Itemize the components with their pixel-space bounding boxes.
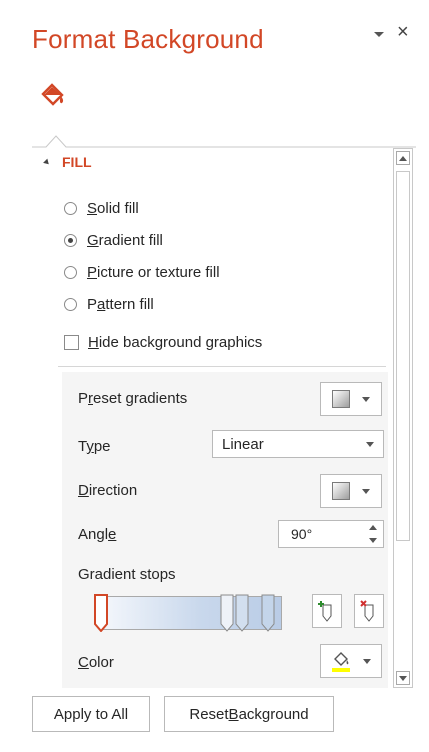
hide-background-graphics-option[interactable]: Hide background graphics — [64, 334, 262, 351]
spin-down-icon[interactable] — [369, 538, 377, 543]
direction-swatch-icon — [332, 482, 350, 500]
solid-fill-label: Solid fill — [87, 200, 139, 217]
fill-bucket-icon[interactable] — [37, 80, 67, 110]
angle-value: 90° — [291, 526, 313, 542]
color-label: Color — [78, 654, 114, 671]
gradient-stop[interactable] — [220, 594, 234, 632]
scroll-down-button[interactable] — [396, 671, 410, 685]
hide-background-graphics-label: Hide background graphics — [88, 334, 263, 351]
fill-section-header[interactable]: FILL — [43, 154, 92, 170]
scroll-up-icon — [399, 155, 407, 161]
preset-gradients-dropdown[interactable] — [320, 382, 382, 416]
remove-stop-icon — [360, 600, 374, 622]
radio-gradient-fill[interactable] — [64, 234, 77, 247]
gradient-fill-label: Gradient fill — [87, 232, 163, 249]
fill-section-label: FILL — [62, 154, 92, 170]
gradient-swatch-icon — [332, 390, 350, 408]
spin-up-icon[interactable] — [369, 525, 377, 530]
scroll-down-icon — [399, 675, 407, 681]
gradient-stops-bar[interactable] — [100, 596, 282, 630]
dropdown-arrow-icon — [362, 396, 370, 402]
pattern-fill-label: Pattern fill — [87, 296, 154, 313]
type-select-value: Linear — [222, 435, 264, 453]
pattern-fill-option[interactable]: Pattern fill — [64, 296, 154, 313]
picture-texture-fill-label: Picture or texture fill — [87, 264, 220, 281]
format-background-pane: Format Background × FILL Solid fill Grad… — [0, 0, 429, 752]
checkbox-hide-background-graphics[interactable] — [64, 335, 79, 350]
pane-title: Format Background — [32, 24, 264, 54]
chevron-down-icon[interactable] — [372, 28, 386, 42]
gradient-stop[interactable] — [235, 594, 249, 632]
dropdown-arrow-icon — [363, 658, 371, 664]
scroll-thumb[interactable] — [396, 171, 410, 541]
options-scroll-area: FILL Solid fill Gradient fill Picture or… — [32, 148, 392, 688]
gradient-stop-selected[interactable] — [94, 594, 108, 632]
dropdown-arrow-icon — [366, 442, 374, 447]
gradient-stop[interactable] — [261, 594, 275, 632]
add-stop-icon — [318, 601, 332, 622]
direction-label: Direction — [78, 482, 138, 499]
vertical-scrollbar[interactable] — [393, 148, 413, 688]
close-icon[interactable]: × — [397, 22, 409, 42]
type-select[interactable]: Linear — [212, 430, 384, 458]
tab-indicator — [32, 135, 416, 148]
solid-fill-option[interactable]: Solid fill — [64, 200, 139, 217]
apply-to-all-button[interactable]: Apply to All — [32, 696, 150, 732]
add-gradient-stop-button[interactable] — [312, 594, 342, 628]
gradient-fill-option[interactable]: Gradient fill — [64, 232, 163, 249]
color-picker-dropdown[interactable] — [320, 644, 382, 678]
section-divider — [58, 366, 386, 367]
gradient-stops-label: Gradient stops — [78, 566, 176, 583]
dropdown-arrow-icon — [362, 488, 370, 494]
picture-texture-fill-option[interactable]: Picture or texture fill — [64, 264, 220, 281]
radio-pattern-fill[interactable] — [64, 298, 77, 311]
angle-label: Angle — [78, 526, 117, 543]
fill-color-icon — [332, 652, 350, 672]
radio-solid-fill[interactable] — [64, 202, 77, 215]
remove-gradient-stop-button[interactable] — [354, 594, 384, 628]
reset-background-button[interactable]: Reset Background — [164, 696, 334, 732]
collapse-triangle-icon — [43, 158, 51, 166]
type-label: Type — [78, 438, 111, 455]
direction-dropdown[interactable] — [320, 474, 382, 508]
angle-spinbox[interactable]: 90° — [278, 520, 384, 548]
radio-picture-texture-fill[interactable] — [64, 266, 77, 279]
preset-gradients-label: Preset gradients — [78, 390, 188, 407]
scroll-up-button[interactable] — [396, 151, 410, 165]
